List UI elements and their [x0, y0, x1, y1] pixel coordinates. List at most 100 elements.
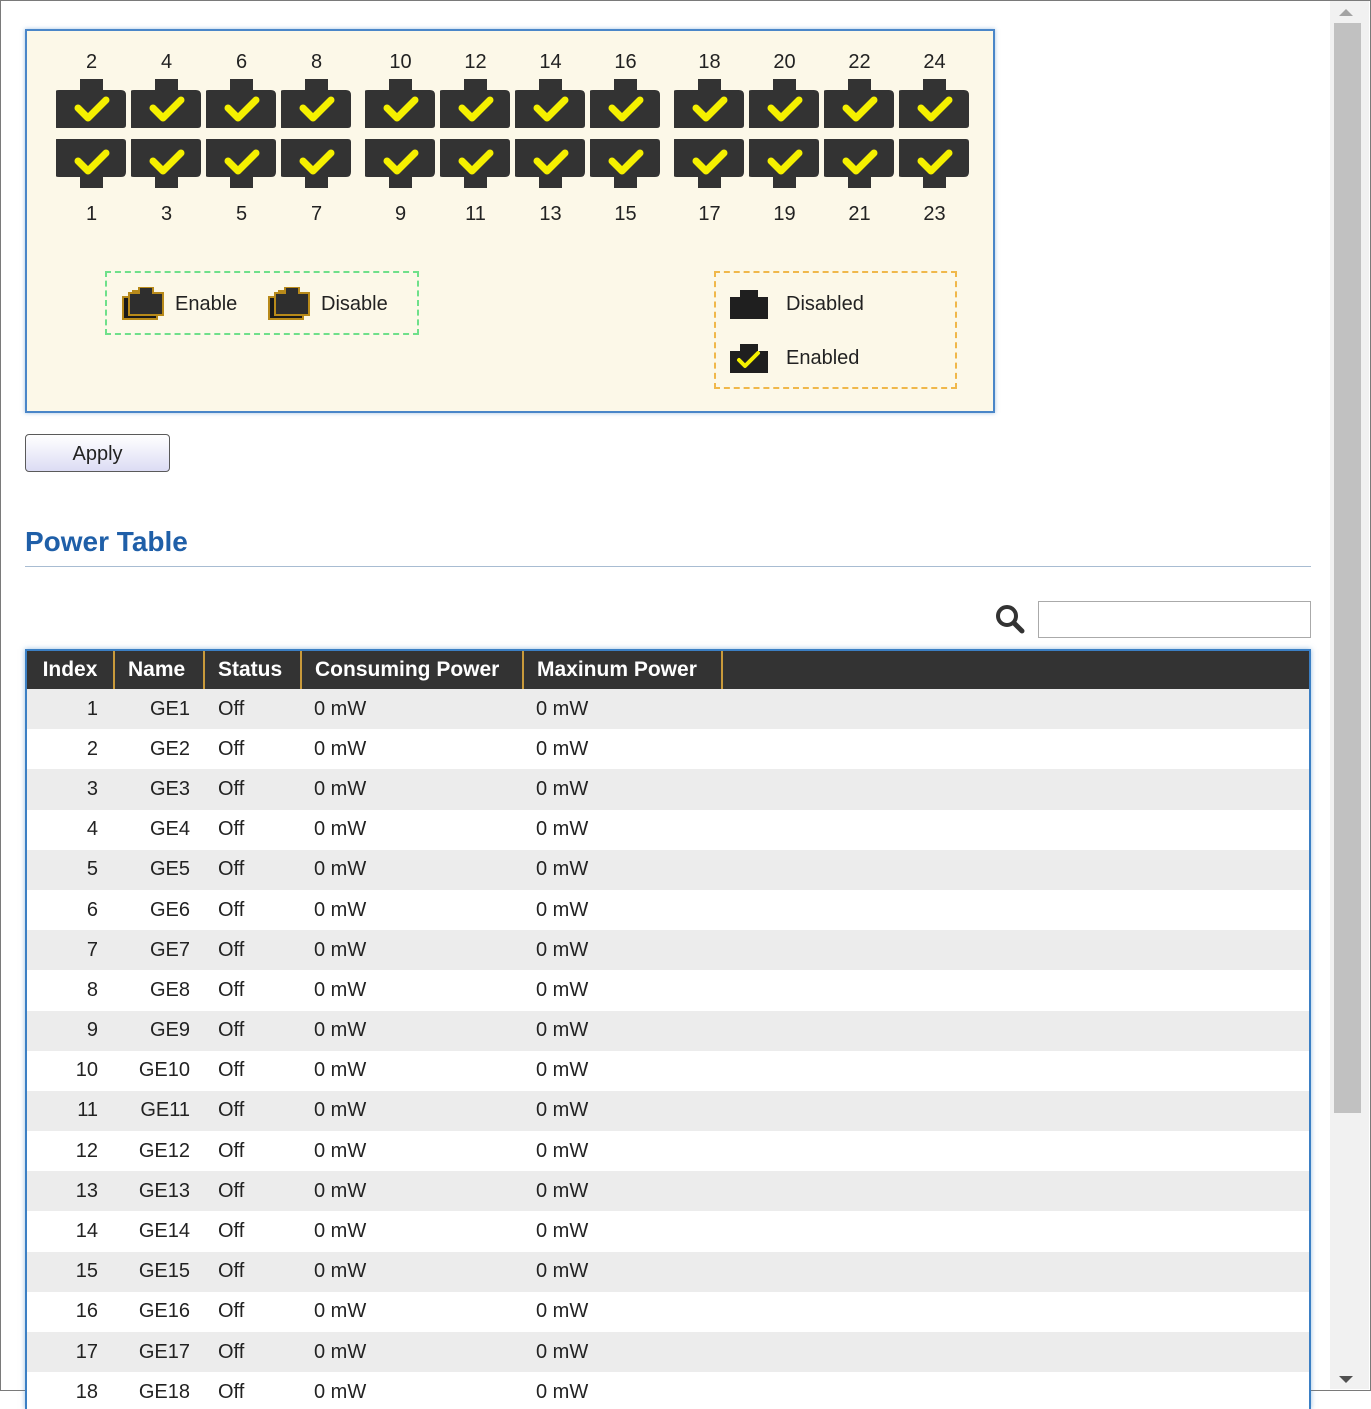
cell-filler [722, 1332, 1309, 1373]
port-toggle-top[interactable] [131, 78, 202, 128]
port-toggle-bottom[interactable] [131, 139, 202, 189]
port-toggle-top[interactable] [440, 78, 511, 128]
port-toggle-top[interactable] [365, 78, 436, 128]
cell-status: Off [204, 1131, 301, 1172]
cell-filler [722, 1050, 1309, 1091]
port-number-top: 18 [698, 51, 721, 73]
port-toggle-bottom[interactable] [899, 139, 970, 189]
port-column: 65 [204, 31, 279, 231]
column-header-filler [722, 651, 1309, 689]
search-input[interactable] [1038, 601, 1311, 638]
cell-filler [722, 970, 1309, 1011]
port-number-bottom: 19 [773, 203, 796, 225]
cell-maximum-power: 0 mW [523, 769, 722, 810]
port-toggle-top[interactable] [206, 78, 277, 128]
port-toggle-top[interactable] [515, 78, 586, 128]
cell-filler [722, 930, 1309, 971]
port-toggle-bottom[interactable] [515, 139, 586, 189]
cell-index: 3 [27, 769, 114, 810]
port-toggle-bottom[interactable] [824, 139, 895, 189]
port-toggle-bottom[interactable] [56, 139, 127, 189]
cell-index: 1 [27, 689, 114, 730]
port-enabled-icon [730, 344, 768, 373]
port-toggle-top[interactable] [56, 78, 127, 128]
port-toggle-top[interactable] [281, 78, 352, 128]
cell-status: Off [204, 1090, 301, 1132]
cell-filler [722, 809, 1309, 850]
port-number-top: 20 [773, 51, 796, 73]
cell-consuming-power: 0 mW [301, 849, 523, 890]
scroll-up-arrow-icon[interactable] [1339, 9, 1353, 16]
column-header-consuming-power[interactable]: Consuming Power [301, 651, 524, 689]
table-row[interactable]: 3 GE3 Off 0 mW 0 mW [27, 769, 1309, 810]
port-number-bottom: 15 [614, 203, 637, 225]
table-row[interactable]: 1 GE1 Off 0 mW 0 mW [27, 689, 1309, 730]
port-number-bottom: 5 [235, 203, 248, 225]
cell-index: 9 [27, 1010, 114, 1051]
table-row[interactable]: 10 GE10 Off 0 mW 0 mW [27, 1050, 1309, 1091]
table-row[interactable]: 5 GE5 Off 0 mW 0 mW [27, 849, 1309, 890]
apply-button[interactable]: Apply [25, 434, 170, 472]
cell-maximum-power: 0 mW [523, 809, 722, 850]
table-row[interactable]: 15 GE15 Off 0 mW 0 mW [27, 1251, 1309, 1292]
cell-maximum-power: 0 mW [523, 1211, 722, 1252]
port-toggle-bottom[interactable] [365, 139, 436, 189]
column-header-status[interactable]: Status [204, 651, 302, 689]
cell-status: Off [204, 729, 301, 770]
table-row[interactable]: 2 GE2 Off 0 mW 0 mW [27, 729, 1309, 770]
table-row[interactable]: 16 GE16 Off 0 mW 0 mW [27, 1291, 1309, 1332]
table-row[interactable]: 7 GE7 Off 0 mW 0 mW [27, 930, 1309, 971]
cell-status: Off [204, 849, 301, 890]
table-row[interactable]: 9 GE9 Off 0 mW 0 mW [27, 1010, 1309, 1051]
port-toggle-top[interactable] [824, 78, 895, 128]
cell-maximum-power: 0 mW [523, 1251, 722, 1292]
port-toggle-top[interactable] [749, 78, 820, 128]
cell-index: 16 [27, 1291, 114, 1332]
cell-maximum-power: 0 mW [523, 849, 722, 890]
cell-maximum-power: 0 mW [523, 930, 722, 971]
search-icon[interactable] [994, 603, 1026, 635]
scrollbar-thumb[interactable] [1334, 23, 1361, 1113]
table-row[interactable]: 4 GE4 Off 0 mW 0 mW [27, 809, 1309, 850]
table-row[interactable]: 13 GE13 Off 0 mW 0 mW [27, 1171, 1309, 1212]
cell-maximum-power: 0 mW [523, 729, 722, 770]
cell-name: GE2 [114, 729, 204, 770]
table-row[interactable]: 12 GE12 Off 0 mW 0 mW [27, 1131, 1309, 1172]
column-header-maximum-power[interactable]: Maxinum Power [523, 651, 723, 689]
table-row[interactable]: 8 GE8 Off 0 mW 0 mW [27, 970, 1309, 1011]
cell-maximum-power: 0 mW [523, 1171, 722, 1212]
cell-consuming-power: 0 mW [301, 970, 523, 1011]
status-legend: Disabled Enabled [714, 271, 957, 389]
port-toggle-bottom[interactable] [674, 139, 745, 189]
cell-index: 13 [27, 1171, 114, 1212]
port-toggle-bottom[interactable] [206, 139, 277, 189]
cell-consuming-power: 0 mW [301, 1211, 523, 1252]
port-toggle-top[interactable] [590, 78, 661, 128]
port-toggle-top[interactable] [899, 78, 970, 128]
cell-name: GE14 [114, 1211, 204, 1252]
column-header-name[interactable]: Name [114, 651, 205, 689]
legend-disabled: Disabled [730, 289, 864, 319]
port-toggle-bottom[interactable] [281, 139, 352, 189]
cell-consuming-power: 0 mW [301, 1050, 523, 1091]
port-number-bottom: 3 [160, 203, 173, 225]
column-header-index[interactable]: Index [27, 651, 115, 689]
cell-name: GE9 [114, 1010, 204, 1051]
port-toggle-bottom[interactable] [590, 139, 661, 189]
cell-maximum-power: 0 mW [523, 970, 722, 1011]
port-toggle-bottom[interactable] [440, 139, 511, 189]
table-row[interactable]: 17 GE17 Off 0 mW 0 mW [27, 1332, 1309, 1373]
port-disabled-icon [730, 290, 768, 319]
cell-consuming-power: 0 mW [301, 930, 523, 971]
select-legend: Enable Disable [105, 271, 419, 335]
table-row[interactable]: 14 GE14 Off 0 mW 0 mW [27, 1211, 1309, 1252]
cell-filler [722, 1131, 1309, 1172]
port-toggle-bottom[interactable] [749, 139, 820, 189]
scroll-down-arrow-icon[interactable] [1339, 1376, 1353, 1383]
cell-name: GE8 [114, 970, 204, 1011]
port-toggle-top[interactable] [674, 78, 745, 128]
vertical-scrollbar[interactable] [1330, 1, 1369, 1389]
table-row[interactable]: 11 GE11 Off 0 mW 0 mW [27, 1090, 1309, 1132]
cell-consuming-power: 0 mW [301, 1171, 523, 1212]
table-row[interactable]: 6 GE6 Off 0 mW 0 mW [27, 889, 1309, 931]
